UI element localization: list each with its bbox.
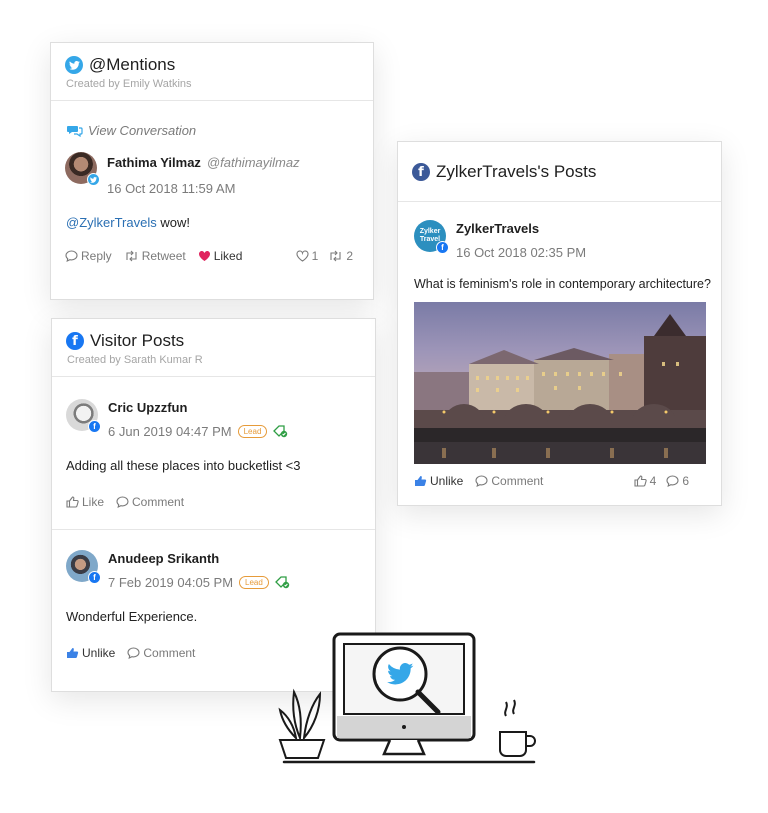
- plant-icon: [278, 688, 326, 759]
- river-city-image: [414, 314, 706, 464]
- like-count: 4: [634, 474, 656, 488]
- comment-label: Comment: [491, 474, 544, 488]
- like-count: 1: [296, 249, 318, 263]
- zylker-card-header: f ZylkerTravels's Posts: [398, 142, 721, 202]
- reply-icon: [65, 250, 78, 262]
- post-timestamp: 6 Jun 2019 04:47 PM: [108, 424, 232, 439]
- visitor-post: f Cric Upzzfun 6 Jun 2019 04:47 PM Lead …: [52, 377, 375, 529]
- post-author[interactable]: Cric Upzzfun: [108, 399, 288, 415]
- comment-label: Comment: [132, 495, 185, 509]
- comment-button[interactable]: Comment: [127, 646, 195, 660]
- post-text: What is feminism's role in contemporary …: [414, 277, 711, 291]
- comment-button[interactable]: Comment: [475, 474, 543, 488]
- thumbs-up-filled-icon: [415, 476, 427, 486]
- liked-label: Liked: [213, 249, 243, 263]
- post-meta: 6 Jun 2019 04:47 PM Lead: [108, 424, 288, 439]
- visitor-title: Visitor Posts: [90, 331, 185, 350]
- avatar: Zylker Travel f: [414, 220, 449, 254]
- mentions-subtitle: Created by Emily Watkins: [66, 78, 192, 90]
- like-label: Like: [82, 495, 105, 509]
- post-author[interactable]: Fathima Yilmaz: [107, 155, 201, 170]
- thumbs-up-filled-icon: [67, 648, 79, 658]
- zylker-posts-card: f ZylkerTravels's Posts Zylker Travel f …: [397, 141, 722, 506]
- crm-tag-icon[interactable]: [273, 425, 288, 438]
- unlike-label: Unlike: [82, 646, 116, 660]
- conversation-icon: [67, 125, 83, 137]
- avatar: [65, 152, 100, 186]
- twitter-badge-icon: [87, 173, 100, 186]
- post-timestamp: 16 Oct 2018 11:59 AM: [107, 181, 236, 196]
- post-counts: 4 6: [634, 474, 689, 488]
- retweet-label: Retweet: [141, 249, 186, 263]
- unlike-button[interactable]: Unlike: [66, 646, 115, 660]
- thumbs-up-outline-icon: [66, 496, 79, 508]
- facebook-icon: f: [412, 163, 430, 181]
- comment-icon: [475, 475, 488, 487]
- mentions-card: @Mentions Created by Emily Watkins View …: [50, 42, 374, 300]
- post-timestamp: 16 Oct 2018 02:35 PM: [456, 245, 587, 260]
- retweet-icon: [126, 250, 137, 262]
- facebook-icon: f: [66, 332, 84, 350]
- facebook-badge-icon: f: [436, 241, 449, 254]
- social-listening-illustration: [278, 632, 536, 764]
- avatar: f: [66, 550, 101, 584]
- lead-badge: Lead: [237, 425, 268, 438]
- post-text: Adding all these places into bucketlist …: [66, 458, 301, 473]
- mentions-card-header: @Mentions Created by Emily Watkins: [51, 43, 373, 101]
- visitor-card-header: f Visitor Posts Created by Sarath Kumar …: [52, 319, 375, 377]
- retweet-button[interactable]: Retweet: [124, 249, 186, 263]
- post-timestamp: 7 Feb 2019 04:05 PM: [108, 575, 234, 590]
- view-conversation-link[interactable]: View Conversation: [67, 123, 373, 138]
- post-author[interactable]: Anudeep Srikanth: [108, 550, 290, 566]
- post-handle[interactable]: @fathimayilmaz: [207, 155, 300, 170]
- unlike-label: Unlike: [430, 474, 464, 488]
- thumbs-up-outline-icon: [634, 475, 647, 487]
- crm-tag-icon[interactable]: [274, 576, 290, 589]
- post-actions: Reply Retweet Liked 1 2: [65, 249, 373, 263]
- post-counts: 1 2: [296, 249, 353, 263]
- heart-outline-icon: [296, 250, 309, 262]
- liked-button[interactable]: Liked: [198, 249, 243, 263]
- retweet-icon: [330, 250, 341, 262]
- post-text-rest: wow!: [156, 215, 190, 230]
- twitter-icon: [65, 56, 83, 74]
- reply-label: Reply: [81, 249, 112, 263]
- comment-label: Comment: [143, 646, 196, 660]
- coffee-cup-icon: [499, 699, 536, 757]
- facebook-badge-icon: f: [88, 420, 101, 433]
- zylker-title: ZylkerTravels's Posts: [436, 162, 597, 181]
- post-author[interactable]: ZylkerTravels: [456, 220, 586, 236]
- zylker-post: Zylker Travel f ZylkerTravels 16 Oct 201…: [398, 202, 721, 291]
- unlike-button[interactable]: Unlike: [414, 474, 463, 488]
- post-photo[interactable]: [414, 302, 706, 464]
- comment-icon: [666, 475, 679, 487]
- view-conversation-label: View Conversation: [88, 123, 197, 138]
- heart-filled-icon: [198, 251, 210, 261]
- retweet-count: 2: [328, 249, 353, 263]
- comment-icon: [116, 496, 129, 508]
- reply-button[interactable]: Reply: [65, 249, 112, 263]
- facebook-badge-icon: f: [88, 571, 101, 584]
- post-actions: Like Comment: [66, 495, 375, 509]
- comment-count: 6: [666, 474, 689, 488]
- comment-button[interactable]: Comment: [116, 495, 184, 509]
- post-actions: Unlike Comment 4 6: [414, 474, 689, 488]
- post-text: @ZylkerTravels wow!: [65, 215, 373, 230]
- mentions-title: @Mentions: [89, 55, 176, 74]
- avatar: f: [66, 399, 101, 433]
- like-button[interactable]: Like: [66, 495, 104, 509]
- visitor-subtitle: Created by Sarath Kumar R: [67, 354, 203, 366]
- post-meta: 7 Feb 2019 04:05 PM Lead: [108, 575, 290, 590]
- comment-icon: [127, 647, 140, 659]
- lead-badge: Lead: [239, 576, 269, 589]
- mention-post: Fathima Yilmaz @fathimayilmaz 16 Oct 2018…: [51, 152, 373, 263]
- mention-link[interactable]: @ZylkerTravels: [66, 215, 157, 230]
